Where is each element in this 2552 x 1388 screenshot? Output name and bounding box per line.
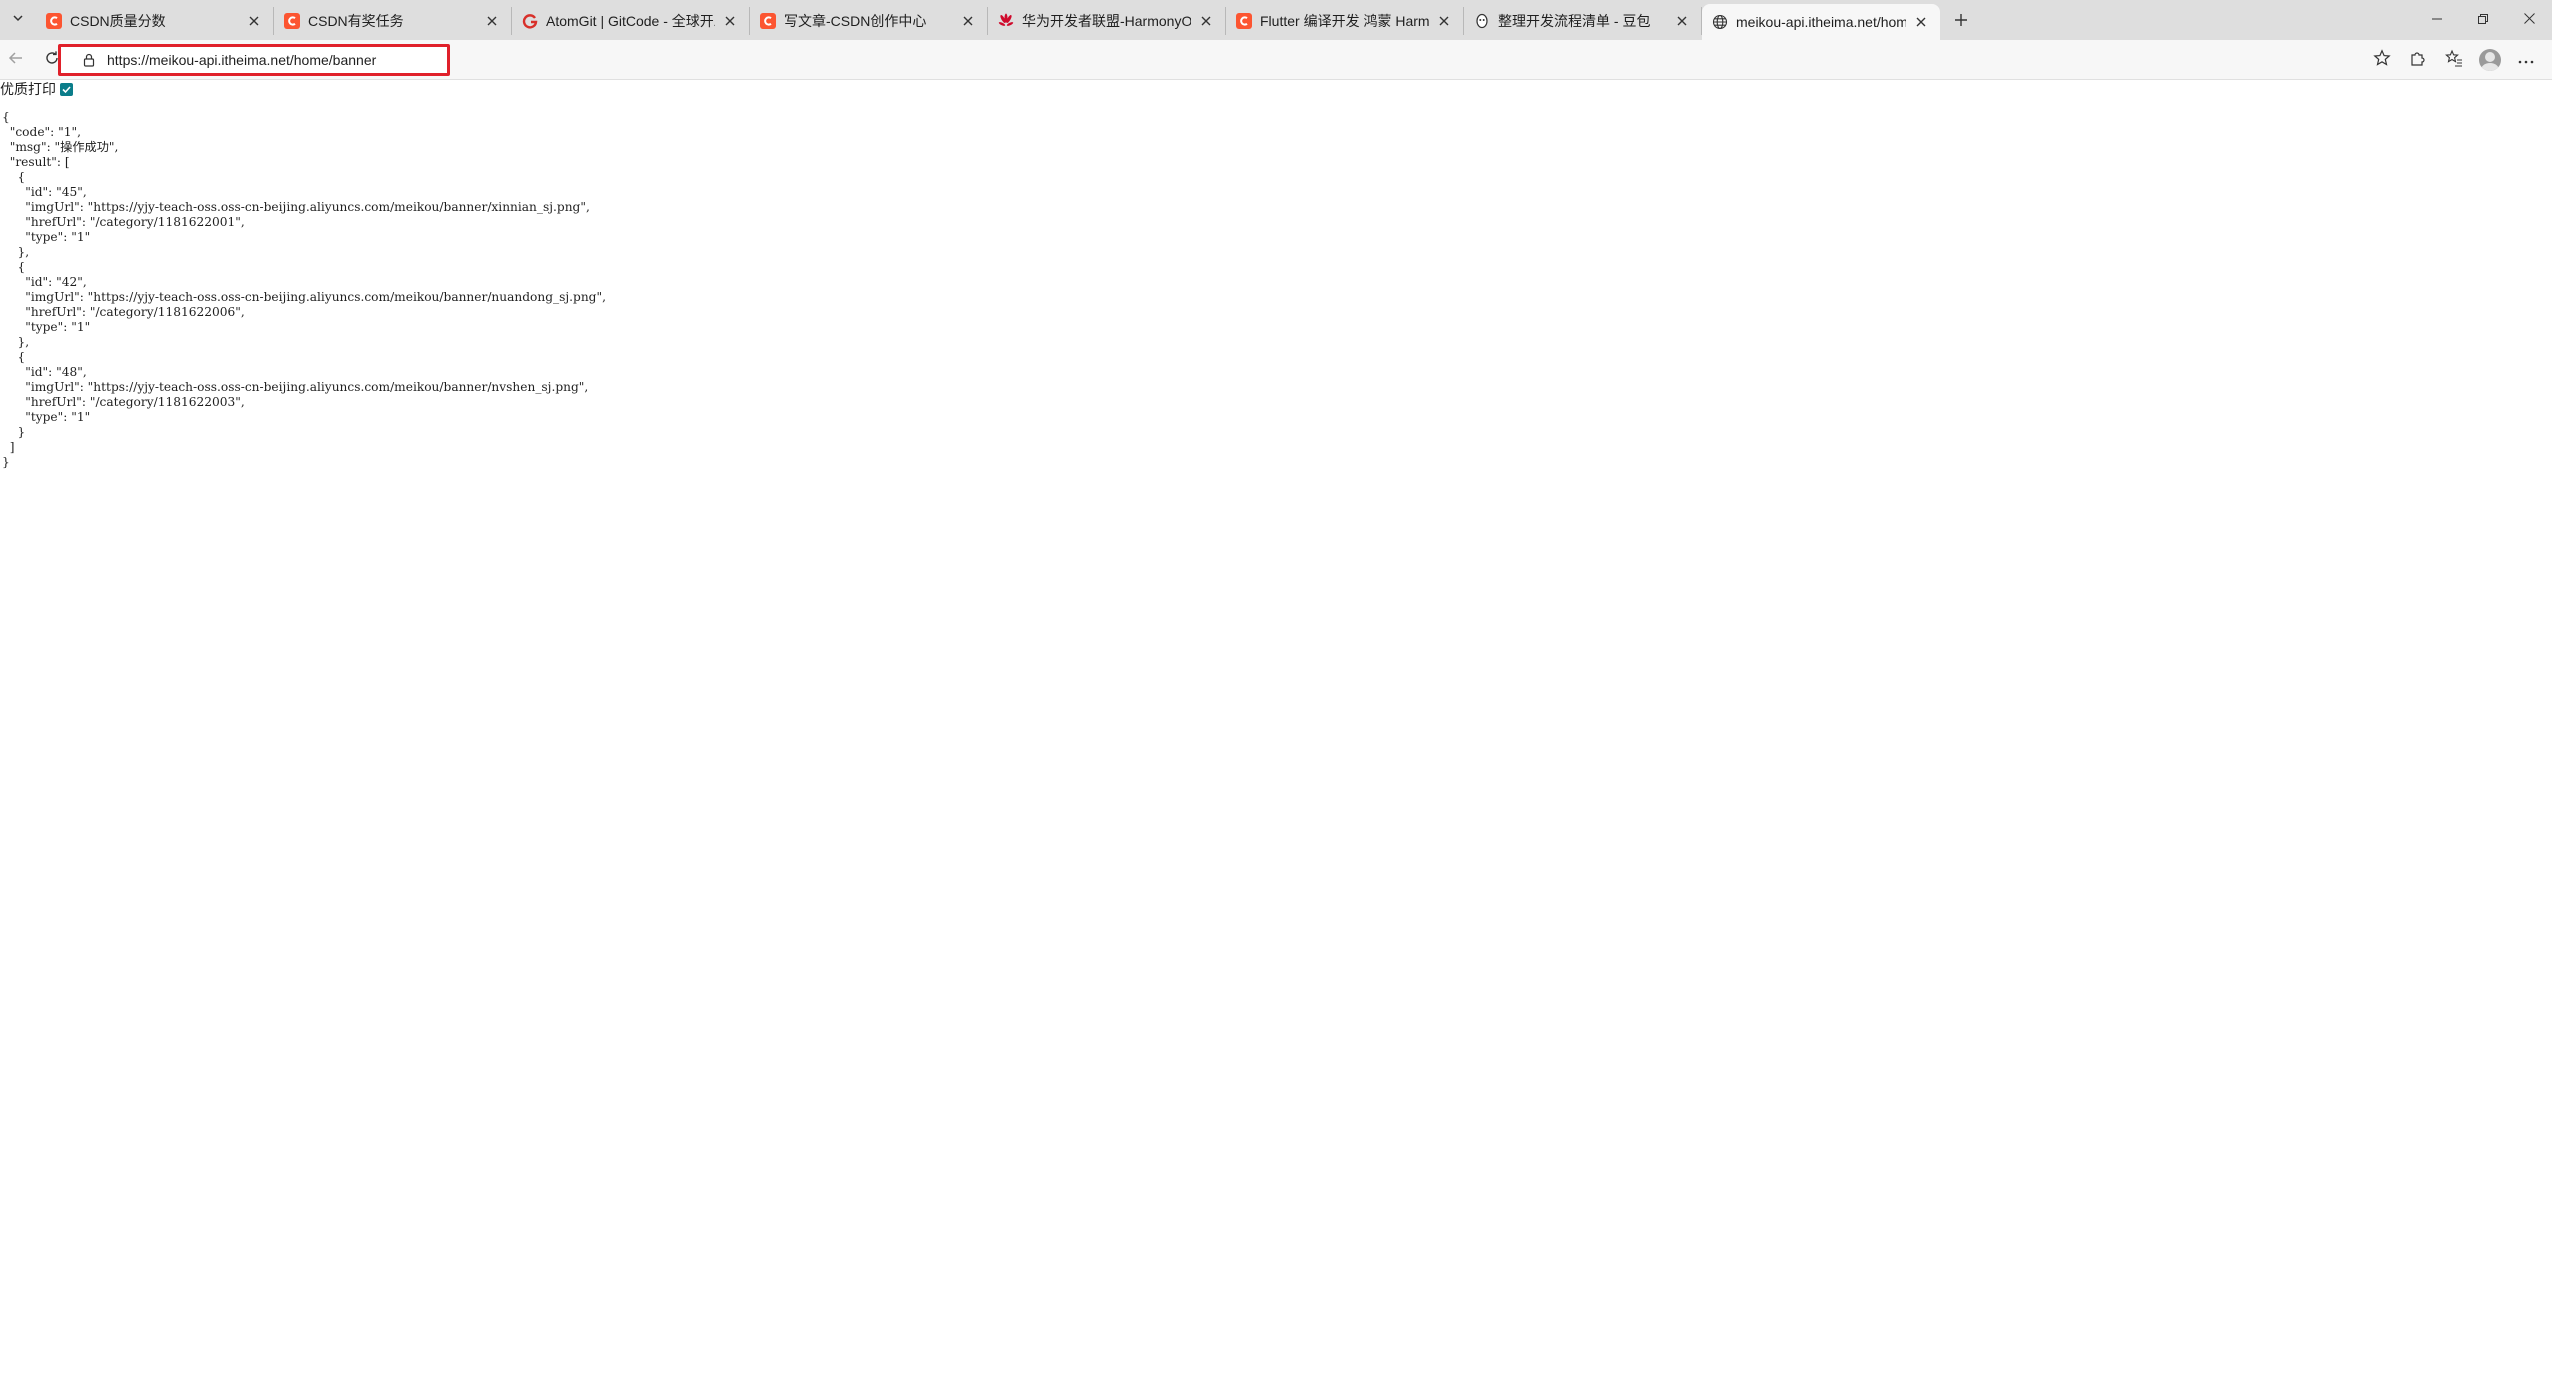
json-type-value: 1 bbox=[76, 320, 85, 334]
favorite-button[interactable] bbox=[2364, 46, 2400, 74]
json-hrefurl-value: /category/1181622003 bbox=[95, 395, 236, 409]
gitcode-icon bbox=[522, 13, 538, 29]
csdn-icon bbox=[760, 13, 776, 29]
address-bar[interactable] bbox=[58, 44, 450, 76]
toolbar-actions bbox=[2364, 46, 2544, 74]
json-viewer: { "code": "1", "msg": "操作成功", "result": … bbox=[2, 110, 606, 469]
restore-button[interactable] bbox=[2460, 0, 2506, 40]
tab-title: CSDN有奖任务 bbox=[308, 13, 404, 29]
tab-title: 写文章-CSDN创作中心 bbox=[784, 13, 927, 29]
new-tab-button[interactable] bbox=[1946, 7, 1976, 37]
pretty-print-bar: 优质打印 bbox=[0, 80, 73, 98]
close-icon bbox=[2523, 11, 2535, 29]
json-id-value: 42 bbox=[61, 275, 78, 289]
json-hrefurl-value: /category/1181622001 bbox=[95, 215, 236, 229]
extensions-button[interactable] bbox=[2400, 46, 2436, 74]
close-icon[interactable] bbox=[1912, 13, 1930, 31]
csdn-icon bbox=[284, 13, 300, 29]
tab-list: CSDN质量分数 CSDN有奖任务 AtomGit | GitCode - 全球… bbox=[36, 4, 1976, 40]
more-horizontal-icon bbox=[2518, 51, 2534, 69]
tab-csdn-write[interactable]: 写文章-CSDN创作中心 bbox=[750, 7, 988, 35]
address-input[interactable] bbox=[107, 52, 427, 68]
json-type-value: 1 bbox=[76, 230, 85, 244]
doubao-icon bbox=[1474, 13, 1490, 29]
tab-strip: CSDN质量分数 CSDN有奖任务 AtomGit | GitCode - 全球… bbox=[0, 0, 2552, 40]
tab-title: meikou-api.itheima.net/home/banner bbox=[1736, 14, 1906, 30]
star-icon bbox=[2373, 48, 2391, 72]
tab-meikou-api[interactable]: meikou-api.itheima.net/home/banner bbox=[1702, 4, 1940, 40]
json-msg-value: 操作成功 bbox=[60, 140, 109, 154]
check-icon bbox=[62, 85, 71, 93]
tab-flutter-harmony[interactable]: Flutter 编译开发 鸿蒙 HarmonyOS bbox=[1226, 7, 1464, 35]
json-type-value: 1 bbox=[76, 410, 85, 424]
minimize-button[interactable] bbox=[2414, 0, 2460, 40]
pretty-print-label: 优质打印 bbox=[0, 81, 56, 97]
plus-icon bbox=[1954, 13, 1968, 32]
pretty-print-checkbox[interactable] bbox=[60, 82, 73, 96]
csdn-icon bbox=[46, 13, 62, 29]
restore-icon bbox=[2478, 11, 2488, 29]
profile-button[interactable] bbox=[2472, 46, 2508, 74]
json-id-value: 45 bbox=[61, 185, 78, 199]
favorites-list-icon bbox=[2445, 49, 2463, 72]
close-icon[interactable] bbox=[245, 12, 263, 30]
minimize-icon bbox=[2432, 11, 2442, 29]
json-imgurl-value: https://yjy-teach-oss.oss-cn-beijing.ali… bbox=[93, 290, 597, 304]
back-button[interactable] bbox=[2, 46, 30, 74]
close-icon[interactable] bbox=[959, 12, 977, 30]
close-icon[interactable] bbox=[1435, 12, 1453, 30]
arrow-left-icon bbox=[8, 50, 24, 71]
close-window-button[interactable] bbox=[2506, 0, 2552, 40]
favorites-button[interactable] bbox=[2436, 46, 2472, 74]
tab-title: AtomGit | GitCode - 全球开发者的 bbox=[546, 13, 715, 29]
tab-title: CSDN质量分数 bbox=[70, 13, 166, 29]
json-hrefurl-value: /category/1181622006 bbox=[95, 305, 236, 319]
json-code-value: 1 bbox=[63, 125, 72, 139]
json-imgurl-value: https://yjy-teach-oss.oss-cn-beijing.ali… bbox=[93, 200, 581, 214]
close-icon[interactable] bbox=[1197, 12, 1215, 30]
tab-atomgit[interactable]: AtomGit | GitCode - 全球开发者的 bbox=[512, 7, 750, 35]
tab-csdn-tasks[interactable]: CSDN有奖任务 bbox=[274, 7, 512, 35]
globe-icon bbox=[1712, 14, 1728, 30]
json-id-value: 48 bbox=[61, 365, 78, 379]
lock-icon[interactable] bbox=[81, 52, 97, 68]
tab-csdn-quality[interactable]: CSDN质量分数 bbox=[36, 7, 274, 35]
close-icon[interactable] bbox=[1673, 12, 1691, 30]
more-menu-button[interactable] bbox=[2508, 46, 2544, 74]
tab-huawei-developer[interactable]: 华为开发者联盟-HarmonyOS开发 bbox=[988, 7, 1226, 35]
tab-title: 整理开发流程清单 - 豆包 bbox=[1498, 13, 1651, 29]
close-icon[interactable] bbox=[483, 12, 501, 30]
tab-search-button[interactable] bbox=[6, 8, 30, 32]
browser-toolbar bbox=[0, 40, 2552, 80]
avatar bbox=[2479, 49, 2501, 71]
puzzle-icon bbox=[2409, 49, 2427, 72]
chevron-down-icon bbox=[12, 11, 24, 29]
huawei-icon bbox=[998, 13, 1014, 29]
tab-title: Flutter 编译开发 鸿蒙 HarmonyOS bbox=[1260, 13, 1429, 29]
tab-title: 华为开发者联盟-HarmonyOS开发 bbox=[1022, 13, 1191, 29]
json-imgurl-value: https://yjy-teach-oss.oss-cn-beijing.ali… bbox=[93, 380, 579, 394]
tab-doubao[interactable]: 整理开发流程清单 - 豆包 bbox=[1464, 7, 1702, 35]
window-controls bbox=[2414, 0, 2552, 40]
close-icon[interactable] bbox=[721, 12, 739, 30]
csdn-icon bbox=[1236, 13, 1252, 29]
